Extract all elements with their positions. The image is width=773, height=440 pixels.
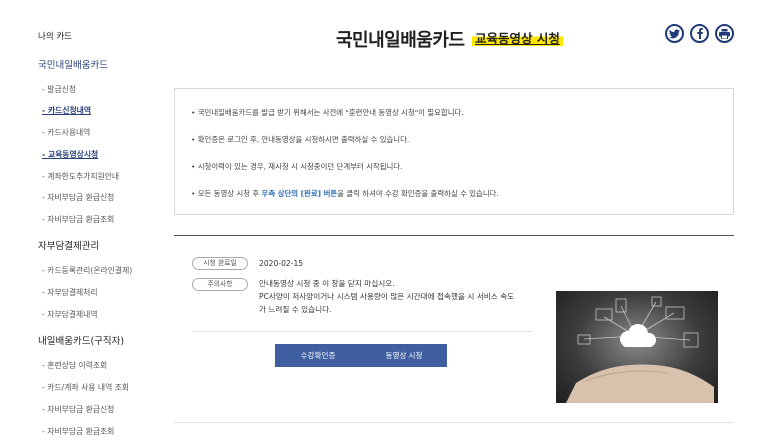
sidebar-item-payment-process[interactable]: - 자부담결제처리 bbox=[42, 287, 98, 298]
notice-item: • 확인증은 로그인 후, 안내동영상을 시청하시면 출력하실 수 있습니다. bbox=[191, 135, 410, 144]
page-title: 국민내일배움카드 bbox=[336, 30, 465, 51]
sidebar-section-jobseeker-card[interactable]: 내일배움카드(구직자) bbox=[38, 333, 124, 347]
sidebar-item-refund-apply[interactable]: - 자비부담금 환급신청 bbox=[42, 192, 114, 203]
sidebar-item-issue-apply[interactable]: - 발급신청 bbox=[42, 84, 76, 95]
sidebar-item-usage-inquiry[interactable]: - 카드/계좌 사용 내역 조회 bbox=[42, 382, 129, 393]
bottom-divider bbox=[174, 422, 734, 423]
caution-label: 주의사항 bbox=[192, 278, 248, 291]
twitter-icon[interactable] bbox=[665, 24, 684, 43]
section-divider bbox=[174, 235, 734, 236]
sidebar-item-card-apply-history[interactable]: - 카드신청내역 bbox=[42, 105, 91, 116]
facebook-icon[interactable] bbox=[690, 24, 709, 43]
notice-item: • 국민내일배움카드를 발급 받기 위해서는 사전에 "훈련안내 동영상 시청"… bbox=[191, 108, 464, 117]
caution-line-1: 안내동영상 시청 중 이 창을 닫지 마십시오. bbox=[259, 279, 395, 288]
sidebar-section-kookmin-card[interactable]: 국민내일배움카드 bbox=[38, 57, 108, 71]
notice-item: • 시청이력이 있는 경우, 재시청 시 시청중이던 단계부터 시작됩니다. bbox=[191, 162, 403, 171]
sidebar-item-account-limit[interactable]: - 계좌한도추가지원안내 bbox=[42, 171, 119, 182]
sidebar-item-card-register[interactable]: - 카드등록관리(온라인결제) bbox=[42, 265, 132, 276]
completed-date: 2020-02-15 bbox=[259, 259, 304, 268]
sidebar-section-self-payment[interactable]: 자부담결제관리 bbox=[38, 238, 99, 252]
watch-video-button[interactable]: 동영상 시청 bbox=[361, 344, 447, 367]
notice-box: • 국민내일배움카드를 발급 받기 위해서는 사전에 "훈련안내 동영상 시청"… bbox=[174, 88, 734, 215]
sidebar-item-refund-inquiry-2[interactable]: - 자비부담금 환급조회 bbox=[42, 426, 114, 437]
sidebar-item-counsel-history[interactable]: - 훈련상담 이력조회 bbox=[42, 360, 107, 371]
caution-line-3: 가 느려질 수 있습니다. bbox=[259, 305, 332, 314]
sidebar-title: 나의 카드 bbox=[38, 32, 72, 42]
sidebar-item-edu-video[interactable]: - 교육동영상시청 bbox=[42, 149, 98, 160]
sidebar-item-refund-apply-2[interactable]: - 자비부담금 환급신청 bbox=[42, 404, 114, 415]
caution-line-2: PC사양이 저사양이거나 시스템 사용량이 많은 시간대에 접속했을 시 서비스… bbox=[259, 292, 515, 301]
completed-date-label: 시청 완료일 bbox=[192, 257, 248, 270]
cloud-hand-illustration bbox=[556, 291, 718, 403]
sidebar-item-refund-inquiry[interactable]: - 자비부담금 환급조회 bbox=[42, 214, 114, 225]
sidebar-item-card-usage[interactable]: - 카드사용내역 bbox=[42, 127, 90, 138]
certificate-button[interactable]: 수강확인증 bbox=[275, 344, 361, 367]
sidebar: 나의 카드 국민내일배움카드 - 발급신청 - 카드신청내역 - 카드사용내역 … bbox=[0, 0, 160, 440]
info-separator bbox=[192, 331, 532, 332]
notice-highlight: 우측 상단의 [완료] 버튼 bbox=[261, 189, 338, 198]
sidebar-item-payment-history[interactable]: - 자부담결제내역 bbox=[42, 309, 98, 320]
print-icon[interactable] bbox=[715, 24, 734, 43]
page-subtitle: 교육동영상 시청 bbox=[472, 28, 563, 47]
notice-item: • 모든 동영상 시청 후 우측 상단의 [완료] 버튼을 클릭 하셔야 수강 … bbox=[191, 189, 499, 198]
